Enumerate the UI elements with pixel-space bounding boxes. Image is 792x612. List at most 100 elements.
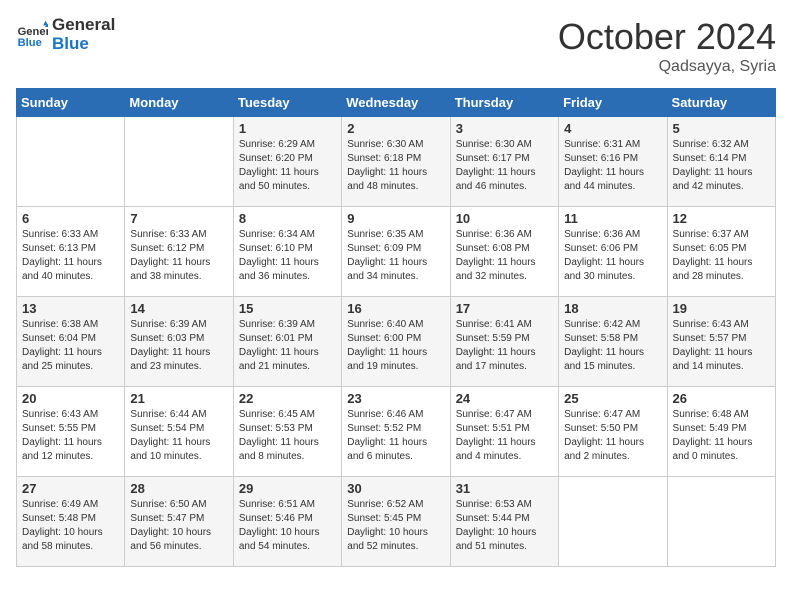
calendar-cell: 25 Sunrise: 6:47 AMSunset: 5:50 PMDayligh…: [559, 387, 667, 477]
day-number: 30: [347, 481, 444, 496]
day-header-wednesday: Wednesday: [342, 89, 450, 117]
calendar-cell: 21 Sunrise: 6:44 AMSunset: 5:54 PMDayligh…: [125, 387, 233, 477]
day-info: Sunrise: 6:52 AMSunset: 5:45 PMDaylight:…: [347, 498, 444, 554]
calendar-cell: 30 Sunrise: 6:52 AMSunset: 5:45 PMDayligh…: [342, 477, 450, 567]
day-info: Sunrise: 6:49 AMSunset: 5:48 PMDaylight:…: [22, 498, 119, 554]
day-number: 10: [456, 211, 553, 226]
day-number: 26: [673, 391, 770, 406]
day-info: Sunrise: 6:39 AMSunset: 6:03 PMDaylight:…: [130, 318, 227, 374]
calendar-cell: 31 Sunrise: 6:53 AMSunset: 5:44 PMDayligh…: [450, 477, 558, 567]
page-header: General Blue General Blue October 2024 Q…: [16, 16, 776, 76]
day-number: 31: [456, 481, 553, 496]
calendar-cell: 12 Sunrise: 6:37 AMSunset: 6:05 PMDayligh…: [667, 207, 775, 297]
calendar-body: 1Sunrise: 6:29 AMSunset: 6:20 PMDaylight…: [17, 117, 776, 567]
title-block: October 2024 Qadsayya, Syria: [558, 16, 776, 76]
day-info: Sunrise: 6:51 AMSunset: 5:46 PMDaylight:…: [239, 498, 336, 554]
calendar-cell: 7Sunrise: 6:33 AMSunset: 6:12 PMDaylight…: [125, 207, 233, 297]
logo-text-general: General: [52, 16, 115, 35]
day-number: 28: [130, 481, 227, 496]
calendar-cell: 14 Sunrise: 6:39 AMSunset: 6:03 PMDayligh…: [125, 297, 233, 387]
calendar-cell: 10Sunrise: 6:36 AMSunset: 6:08 PMDayligh…: [450, 207, 558, 297]
day-number: 16: [347, 301, 444, 316]
day-header-thursday: Thursday: [450, 89, 558, 117]
calendar-cell: 1Sunrise: 6:29 AMSunset: 6:20 PMDaylight…: [233, 117, 341, 207]
calendar-table: SundayMondayTuesdayWednesdayThursdayFrid…: [16, 88, 776, 567]
calendar-cell: 2 Sunrise: 6:30 AMSunset: 6:18 PMDaylight…: [342, 117, 450, 207]
day-number: 17: [456, 301, 553, 316]
calendar-cell: 3 Sunrise: 6:30 AMSunset: 6:17 PMDaylight…: [450, 117, 558, 207]
day-info: Sunrise: 6:34 AMSunset: 6:10 PMDaylight:…: [239, 228, 336, 284]
location-subtitle: Qadsayya, Syria: [558, 58, 776, 76]
day-header-tuesday: Tuesday: [233, 89, 341, 117]
day-info: Sunrise: 6:38 AMSunset: 6:04 PMDaylight:…: [22, 318, 119, 374]
day-number: 13: [22, 301, 119, 316]
day-info: Sunrise: 6:44 AMSunset: 5:54 PMDaylight:…: [130, 408, 227, 464]
day-number: 19: [673, 301, 770, 316]
day-info: Sunrise: 6:42 AMSunset: 5:58 PMDaylight:…: [564, 318, 661, 374]
day-number: 12: [673, 211, 770, 226]
day-number: 29: [239, 481, 336, 496]
calendar-cell: [125, 117, 233, 207]
day-number: 11: [564, 211, 661, 226]
day-number: 14: [130, 301, 227, 316]
day-info: Sunrise: 6:30 AMSunset: 6:17 PMDaylight:…: [456, 138, 553, 194]
day-number: 4: [564, 121, 661, 136]
day-info: Sunrise: 6:30 AMSunset: 6:18 PMDaylight:…: [347, 138, 444, 194]
day-number: 9: [347, 211, 444, 226]
day-info: Sunrise: 6:47 AMSunset: 5:51 PMDaylight:…: [456, 408, 553, 464]
day-number: 18: [564, 301, 661, 316]
calendar-cell: 16Sunrise: 6:40 AMSunset: 6:00 PMDayligh…: [342, 297, 450, 387]
calendar-cell: 8Sunrise: 6:34 AMSunset: 6:10 PMDaylight…: [233, 207, 341, 297]
day-info: Sunrise: 6:29 AMSunset: 6:20 PMDaylight:…: [239, 138, 336, 194]
day-header-saturday: Saturday: [667, 89, 775, 117]
day-info: Sunrise: 6:37 AMSunset: 6:05 PMDaylight:…: [673, 228, 770, 284]
day-header-friday: Friday: [559, 89, 667, 117]
calendar-cell: 15Sunrise: 6:39 AMSunset: 6:01 PMDayligh…: [233, 297, 341, 387]
logo-text-blue: Blue: [52, 35, 115, 54]
day-number: 24: [456, 391, 553, 406]
day-number: 6: [22, 211, 119, 226]
calendar-cell: 24 Sunrise: 6:47 AMSunset: 5:51 PMDayligh…: [450, 387, 558, 477]
calendar-cell: 28Sunrise: 6:50 AMSunset: 5:47 PMDayligh…: [125, 477, 233, 567]
calendar-cell: 20 Sunrise: 6:43 AMSunset: 5:55 PMDayligh…: [17, 387, 125, 477]
logo: General Blue General Blue: [16, 16, 115, 53]
calendar-cell: 26Sunrise: 6:48 AMSunset: 5:49 PMDayligh…: [667, 387, 775, 477]
calendar-header-row: SundayMondayTuesdayWednesdayThursdayFrid…: [17, 89, 776, 117]
calendar-cell: 22Sunrise: 6:45 AMSunset: 5:53 PMDayligh…: [233, 387, 341, 477]
day-info: Sunrise: 6:47 AMSunset: 5:50 PMDaylight:…: [564, 408, 661, 464]
calendar-cell: 4 Sunrise: 6:31 AMSunset: 6:16 PMDaylight…: [559, 117, 667, 207]
day-number: 23: [347, 391, 444, 406]
day-header-monday: Monday: [125, 89, 233, 117]
week-row-3: 13 Sunrise: 6:38 AMSunset: 6:04 PMDayligh…: [17, 297, 776, 387]
day-info: Sunrise: 6:41 AMSunset: 5:59 PMDaylight:…: [456, 318, 553, 374]
day-info: Sunrise: 6:33 AMSunset: 6:12 PMDaylight:…: [130, 228, 227, 284]
day-number: 2: [347, 121, 444, 136]
day-number: 3: [456, 121, 553, 136]
day-info: Sunrise: 6:31 AMSunset: 6:16 PMDaylight:…: [564, 138, 661, 194]
day-info: Sunrise: 6:43 AMSunset: 5:55 PMDaylight:…: [22, 408, 119, 464]
calendar-cell: 29 Sunrise: 6:51 AMSunset: 5:46 PMDayligh…: [233, 477, 341, 567]
day-header-sunday: Sunday: [17, 89, 125, 117]
day-info: Sunrise: 6:33 AMSunset: 6:13 PMDaylight:…: [22, 228, 119, 284]
day-number: 25: [564, 391, 661, 406]
day-info: Sunrise: 6:53 AMSunset: 5:44 PMDaylight:…: [456, 498, 553, 554]
svg-text:General: General: [18, 26, 48, 38]
week-row-2: 6 Sunrise: 6:33 AMSunset: 6:13 PMDaylight…: [17, 207, 776, 297]
week-row-5: 27 Sunrise: 6:49 AMSunset: 5:48 PMDayligh…: [17, 477, 776, 567]
calendar-cell: 11Sunrise: 6:36 AMSunset: 6:06 PMDayligh…: [559, 207, 667, 297]
logo-icon: General Blue: [16, 19, 48, 51]
day-info: Sunrise: 6:35 AMSunset: 6:09 PMDaylight:…: [347, 228, 444, 284]
calendar-cell: 17 Sunrise: 6:41 AMSunset: 5:59 PMDayligh…: [450, 297, 558, 387]
calendar-cell: 6 Sunrise: 6:33 AMSunset: 6:13 PMDaylight…: [17, 207, 125, 297]
calendar-cell: 13 Sunrise: 6:38 AMSunset: 6:04 PMDayligh…: [17, 297, 125, 387]
calendar-cell: 5Sunrise: 6:32 AMSunset: 6:14 PMDaylight…: [667, 117, 775, 207]
calendar-cell: [667, 477, 775, 567]
day-number: 20: [22, 391, 119, 406]
day-number: 27: [22, 481, 119, 496]
svg-text:Blue: Blue: [18, 37, 42, 49]
calendar-cell: 23Sunrise: 6:46 AMSunset: 5:52 PMDayligh…: [342, 387, 450, 477]
day-number: 21: [130, 391, 227, 406]
calendar-cell: 19Sunrise: 6:43 AMSunset: 5:57 PMDayligh…: [667, 297, 775, 387]
day-info: Sunrise: 6:45 AMSunset: 5:53 PMDaylight:…: [239, 408, 336, 464]
calendar-cell: [559, 477, 667, 567]
